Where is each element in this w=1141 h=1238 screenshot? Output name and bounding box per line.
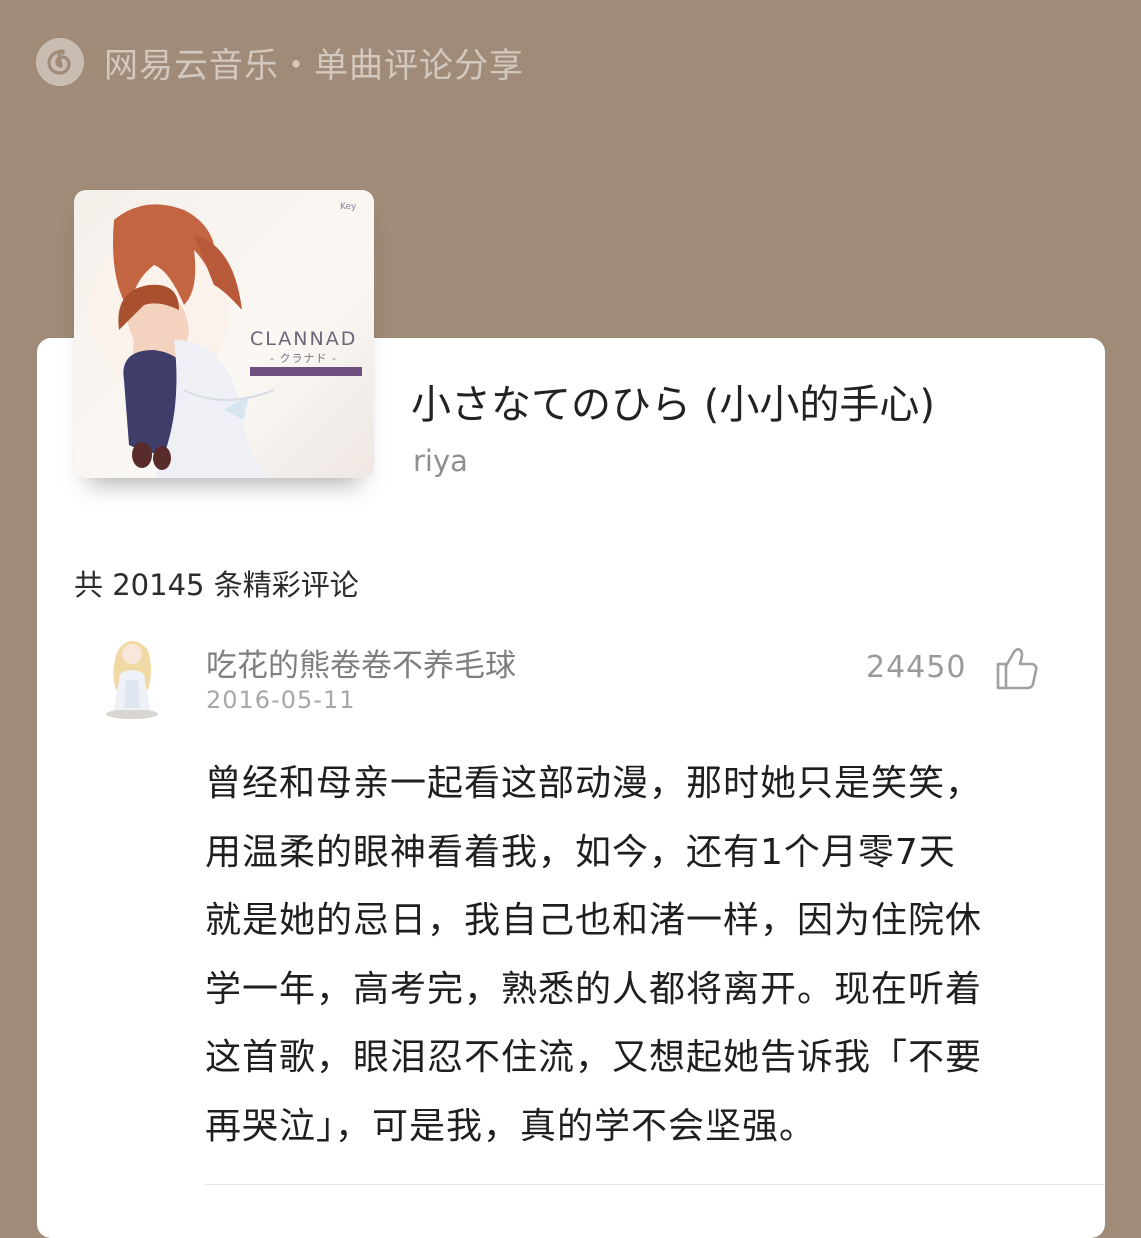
comment-line: 就是她的忌日，我自己也和渚一样，因为住院休 [205,900,983,941]
comment-line: 用温柔的眼神看着我，如今，还有1个月零7天 [205,831,956,873]
label-logo: Key [340,202,357,212]
album-cover[interactable]: Key CLANNAD - クラナド - [74,190,374,478]
album-cover-subtitle: - クラナド - [270,352,337,365]
comment-date: 2016-05-11 [206,686,356,714]
avatar-image [106,641,158,719]
comment-line: 这首歌，眼泪忍不住流，又想起她告诉我「不要 [205,1037,983,1078]
album-cover-band [250,367,362,376]
comment-line: 再哭泣」，可是我，真的学不会坚强。 [205,1105,817,1147]
header-title: 网易云音乐・单曲评论分享 [104,45,524,86]
comment-body: 曾经和母亲一起看这部动漫，那时她只是笑笑， 用温柔的眼神看着我，如今，还有1个月… [205,750,1045,1161]
album-cover-title: CLANNAD [250,328,358,350]
netease-music-logo-icon [36,38,84,86]
comment-username[interactable]: 吃花的熊卷卷不养毛球 [206,640,516,685]
like-count: 24450 [866,650,967,685]
comment-line: 学一年，高考完，熟悉的人都将离开。现在听着 [205,968,983,1010]
share-header: 网易云音乐・单曲评论分享 [36,36,524,88]
divider [205,1184,1105,1185]
thumbs-up-icon[interactable] [992,644,1040,692]
avatar[interactable] [96,630,168,720]
comment-count: 共 20145 条精彩评论 [74,568,359,602]
artist-name[interactable]: riya [413,444,468,478]
comment-line: 曾经和母亲一起看这部动漫，那时她只是笑笑， [205,763,983,804]
song-title: 小さなてのひら (小小的手心) [411,382,935,428]
